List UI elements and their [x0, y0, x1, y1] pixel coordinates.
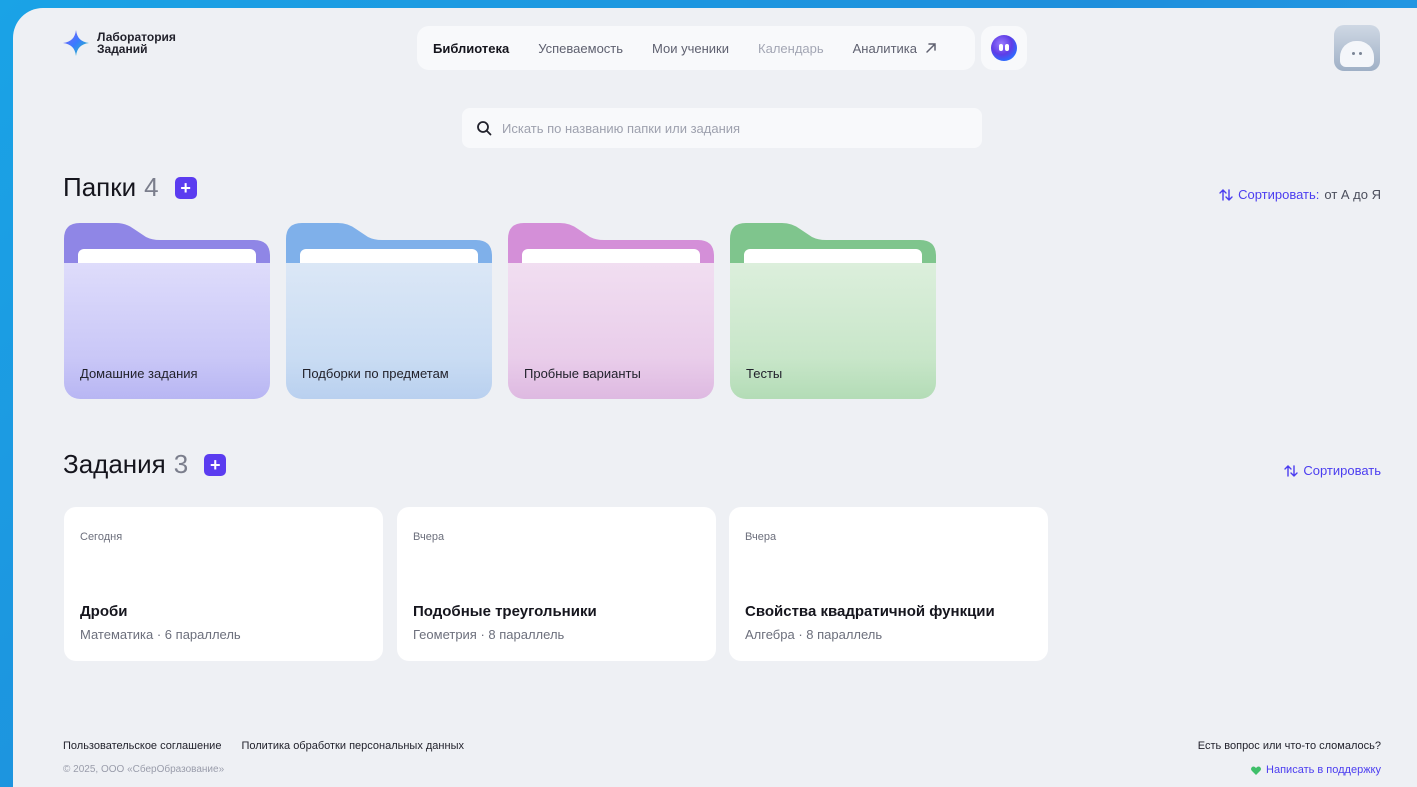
privacy-policy-link[interactable]: Политика обработки персональных данных: [241, 740, 464, 752]
tasks-sort-label: Сортировать: [1303, 463, 1381, 478]
task-card[interactable]: Вчера Подобные треугольники Геометрия · …: [397, 507, 716, 661]
add-folder-button[interactable]: +: [174, 176, 197, 199]
main-nav: Библиотека Успеваемость Мои ученики Кале…: [417, 26, 975, 70]
folder-label: Домашние задания: [80, 366, 198, 381]
help-question: Есть вопрос или что-то сломалось?: [1197, 740, 1381, 752]
support-link[interactable]: Написать в поддержку: [1251, 764, 1381, 776]
folder-front: Тесты: [730, 263, 936, 399]
footer-links: Пользовательское соглашение Политика обр…: [63, 740, 464, 752]
task-name: Свойства квадратичной функции: [745, 603, 995, 620]
search-input[interactable]: [502, 120, 962, 136]
task-name: Подобные треугольники: [413, 603, 597, 620]
add-task-button[interactable]: +: [204, 453, 227, 476]
task-card[interactable]: Вчера Свойства квадратичной функции Алге…: [729, 507, 1048, 661]
folders-sort-value: от А до Я: [1324, 187, 1381, 202]
assistant-button[interactable]: [981, 26, 1027, 70]
task-name: Дроби: [80, 603, 128, 620]
folder-front: Подборки по предметам: [286, 263, 492, 399]
task-meta: Геометрия · 8 параллель: [413, 627, 565, 642]
nav-library[interactable]: Библиотека: [433, 41, 509, 56]
logo-line-2: Заданий: [97, 42, 148, 56]
heart-icon: [1251, 765, 1262, 775]
task-date: Вчера: [745, 531, 777, 543]
folder-label: Пробные варианты: [524, 366, 641, 381]
folder-label: Подборки по предметам: [302, 366, 449, 381]
task-meta: Математика · 6 параллель: [80, 627, 241, 642]
folders-count: 4: [144, 172, 159, 202]
task-date: Сегодня: [80, 531, 123, 543]
folders-sort-label: Сортировать:: [1238, 187, 1320, 202]
nav-my-students[interactable]: Мои ученики: [652, 41, 729, 56]
search-bar: [462, 108, 982, 148]
nav-calendar[interactable]: Календарь: [758, 41, 824, 56]
tasks-header: Задания 3 +: [63, 449, 227, 480]
task-meta: Алгебра · 8 параллель: [745, 627, 883, 642]
user-agreement-link[interactable]: Пользовательское соглашение: [63, 740, 221, 752]
task-card[interactable]: Сегодня Дроби Математика · 6 параллель: [64, 507, 383, 661]
folder-card[interactable]: Подборки по предметам: [286, 223, 492, 399]
support-link-label: Написать в поддержку: [1266, 764, 1381, 776]
avatar[interactable]: [1334, 25, 1380, 71]
copyright: © 2025, ООО «СберОбразование»: [63, 764, 225, 775]
assistant-orb-icon: [991, 35, 1017, 61]
avatar-face-icon: [1340, 41, 1374, 67]
sort-icon: [1284, 464, 1299, 477]
arrow-up-right-icon: [926, 43, 936, 53]
folder-card[interactable]: Пробные варианты: [508, 223, 714, 399]
nav-analytics-label: Аналитика: [852, 40, 917, 56]
logo-text: Лаборатория Заданий: [97, 31, 176, 55]
tasks-count: 3: [173, 449, 189, 479]
folder-front: Домашние задания: [64, 263, 270, 399]
tasks-title: Задания: [63, 449, 166, 479]
folder-label: Тесты: [746, 366, 783, 381]
folder-card[interactable]: Тесты: [730, 223, 936, 399]
folders-title: Папки: [63, 172, 137, 202]
tasks-sort-button[interactable]: Сортировать: [1284, 463, 1381, 478]
task-date: Вчера: [413, 531, 445, 543]
search-icon: [477, 121, 492, 136]
folders-sort-button[interactable]: Сортировать: от А до Я: [1219, 187, 1381, 202]
nav-analytics[interactable]: Аналитика: [853, 41, 937, 56]
folders-header: Папки 4 +: [63, 172, 197, 203]
logo-star-icon: [63, 30, 89, 56]
folder-front: Пробные варианты: [508, 263, 714, 399]
sort-icon: [1219, 188, 1233, 201]
nav-progress[interactable]: Успеваемость: [538, 41, 623, 56]
app-window: Лаборатория Заданий Библиотека Успеваемо…: [13, 8, 1417, 787]
logo[interactable]: Лаборатория Заданий: [63, 30, 176, 56]
folder-card[interactable]: Домашние задания: [64, 223, 270, 399]
